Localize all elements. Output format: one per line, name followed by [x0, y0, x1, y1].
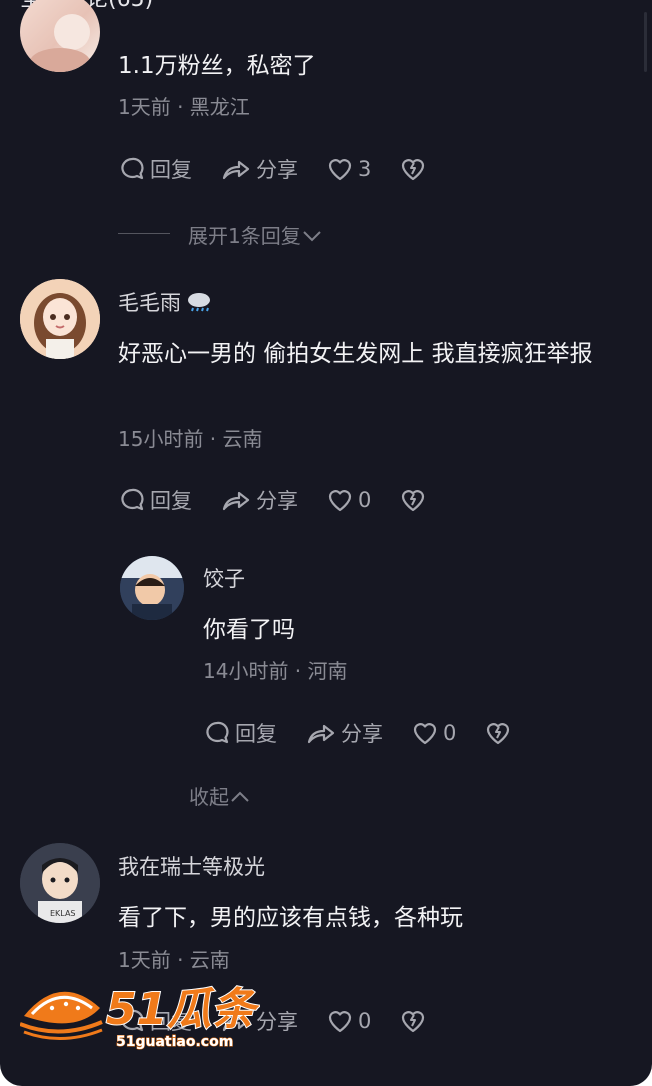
- comment-actions: 回复 分享 0: [118, 485, 455, 515]
- comment-actions: 回复 分享 0: [203, 718, 540, 748]
- watermelon-icon: [20, 991, 103, 1040]
- comment-text: 你看了吗: [203, 617, 295, 643]
- comment-bubble-icon: [206, 721, 229, 744]
- broken-heart-icon: [402, 490, 425, 512]
- user-name[interactable]: 我在瑞士等极光: [118, 853, 265, 881]
- broken-heart-icon: [402, 159, 425, 181]
- heart-icon: [328, 490, 352, 512]
- comments-panel: 全部评论(65) 1.1万粉丝，私密了 1天前 · 黑龙江 回复 分享 3 展开…: [0, 0, 652, 1086]
- share-button[interactable]: 分享: [305, 718, 383, 748]
- reply-label: 回复: [235, 722, 277, 746]
- broken-heart-icon: [487, 723, 510, 745]
- share-arrow-icon: [222, 491, 250, 511]
- heart-icon: [328, 1011, 352, 1033]
- broken-heart-icon: [402, 1011, 425, 1033]
- comment-text: 好恶心一男的 偷拍女生发网上 我直接疯狂举报: [118, 341, 593, 367]
- share-label: 分享: [341, 722, 383, 746]
- comment-bubble-icon: [121, 488, 144, 511]
- expand-divider: [118, 233, 170, 234]
- user-name[interactable]: 毛毛雨: [118, 289, 213, 317]
- comment-bubble-icon: [121, 157, 144, 180]
- watermark-site: 51guatiao.com: [116, 1034, 233, 1050]
- scrollbar[interactable]: [644, 12, 647, 72]
- reply-button[interactable]: 回复: [118, 154, 192, 184]
- like-count: 0: [358, 488, 372, 512]
- share-button[interactable]: 分享: [220, 485, 298, 515]
- share-button[interactable]: 分享: [220, 154, 298, 184]
- user-name-text: 毛毛雨: [118, 291, 181, 315]
- like-button[interactable]: 0: [326, 486, 371, 514]
- reply-label: 回复: [150, 489, 192, 513]
- rain-cloud-icon: [188, 293, 210, 312]
- avatar[interactable]: [120, 556, 184, 620]
- like-count: 0: [358, 1009, 372, 1033]
- dislike-button[interactable]: [399, 155, 427, 183]
- expand-label: 展开1条回复: [188, 224, 301, 248]
- reply-label: 回复: [150, 158, 192, 182]
- chevron-down-icon: [303, 231, 321, 242]
- heart-icon: [328, 159, 352, 181]
- comment-meta: 15小时前 · 云南: [118, 427, 263, 451]
- watermark-brand: 51瓜条: [106, 984, 260, 1035]
- like-count: 0: [443, 721, 457, 745]
- avatar-image: EKLAS: [20, 843, 100, 923]
- comment-meta: 1天前 · 黑龙江: [118, 95, 250, 119]
- heart-icon: [413, 723, 437, 745]
- like-button[interactable]: 3: [326, 155, 371, 183]
- share-label: 分享: [256, 158, 298, 182]
- avatar[interactable]: [20, 279, 100, 359]
- avatar-image: [120, 556, 184, 620]
- comment-meta: 1天前 · 云南: [118, 948, 230, 972]
- like-button[interactable]: 0: [411, 719, 456, 747]
- avatar-image: [30, 14, 90, 72]
- comment-actions: 回复 分享 3: [118, 154, 455, 184]
- share-label: 分享: [256, 489, 298, 513]
- dislike-button[interactable]: [399, 486, 427, 514]
- expand-replies-button[interactable]: 展开1条回复: [188, 223, 323, 249]
- svg-text:EKLAS: EKLAS: [50, 909, 76, 918]
- avatar[interactable]: EKLAS: [20, 843, 100, 923]
- reply-button[interactable]: 回复: [203, 718, 277, 748]
- reply-button[interactable]: 回复: [118, 485, 192, 515]
- avatar-image: [20, 279, 100, 359]
- dislike-button[interactable]: [484, 719, 512, 747]
- collapse-label: 收起: [189, 785, 229, 809]
- comment-meta: 14小时前 · 河南: [203, 659, 348, 683]
- watermark-logo: 51瓜条 51guatiao.com: [20, 983, 260, 1051]
- comment-text: 1.1万粉丝，私密了: [118, 53, 316, 79]
- collapse-replies-button[interactable]: 收起: [189, 784, 251, 810]
- avatar[interactable]: [20, 0, 100, 72]
- like-button[interactable]: 0: [326, 1007, 371, 1035]
- user-name[interactable]: 饺子: [203, 565, 245, 593]
- dislike-button[interactable]: [399, 1007, 427, 1035]
- share-label: 分享: [256, 1010, 298, 1034]
- chevron-up-icon: [231, 791, 249, 802]
- share-arrow-icon: [222, 160, 250, 180]
- comment-text: 看了下，男的应该有点钱，各种玩: [118, 905, 463, 931]
- share-arrow-icon: [307, 724, 335, 744]
- like-count: 3: [358, 157, 372, 181]
